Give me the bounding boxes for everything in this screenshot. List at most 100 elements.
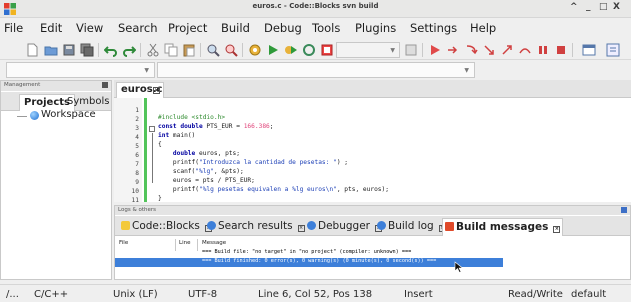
main-toolbar: ▼ — [0, 40, 631, 60]
menu-tools[interactable]: Tools — [312, 21, 340, 35]
next-instruction-icon[interactable] — [518, 43, 532, 57]
log-message: === Build finished: 0 error(s), 0 warnin… — [202, 258, 437, 264]
toolbar-separator — [200, 43, 201, 57]
menu-edit[interactable]: Edit — [40, 21, 62, 35]
code-line: 9 printf("%lg pesetas equivalen a %lg eu… — [114, 172, 389, 193]
code-line: 3 int main() — [114, 118, 195, 139]
menu-search[interactable]: Search — [118, 21, 158, 35]
menu-debug[interactable]: Debug — [264, 21, 302, 35]
tab-label: Search results — [218, 220, 293, 232]
code-text: double euros, pts; — [172, 150, 240, 157]
minimize-button[interactable]: _ — [586, 2, 591, 12]
step-out-icon[interactable] — [500, 43, 514, 57]
code-text: { — [158, 141, 162, 148]
undo-icon[interactable] — [104, 43, 118, 57]
log-row[interactable]: === Build file: "no target" in "no proje… — [115, 249, 503, 258]
log-row-selected[interactable]: === Build finished: 0 error(s), 0 warnin… — [115, 258, 503, 267]
tab-label: Debugger — [318, 220, 370, 232]
close-button[interactable]: X — [613, 2, 620, 12]
build-run-icon[interactable] — [284, 43, 298, 57]
menu-build[interactable]: Build — [221, 21, 250, 35]
menu-file[interactable]: File — [4, 21, 23, 35]
keyword-token: double — [172, 150, 196, 157]
code-text: const double PTS_EUR = 166.386; — [158, 123, 274, 130]
chevron-down-icon: ▼ — [390, 47, 395, 54]
status-mode: Insert — [404, 289, 433, 300]
menu-settings[interactable]: Settings — [410, 21, 457, 35]
build-icon[interactable] — [248, 43, 262, 57]
tab-debugger[interactable]: Debugger× — [305, 218, 384, 236]
editor-tab-euros[interactable]: euros.c × — [116, 82, 164, 98]
debug-windows-icon[interactable] — [582, 43, 596, 57]
break-icon[interactable] — [536, 43, 550, 57]
code-line: 10 } — [114, 181, 162, 202]
next-line-icon[interactable] — [464, 43, 478, 57]
tab-build-messages[interactable]: Build messages × — [442, 218, 564, 236]
code-editor[interactable]: 1 #include <stdio.h> 2 const double PTS_… — [114, 98, 631, 202]
code-line: 1 #include <stdio.h> — [114, 100, 225, 121]
close-icon[interactable]: × — [553, 226, 561, 233]
menu-project[interactable]: Project — [168, 21, 207, 35]
code-line: 8 euros = pts / PTS_EUR; — [114, 163, 255, 184]
maximize-button[interactable]: □ — [599, 2, 608, 12]
abort-icon[interactable] — [320, 43, 334, 57]
code-line: 6 printf("Introduzca la cantidad de pese… — [114, 145, 348, 166]
function-combo[interactable]: ▼ — [157, 62, 475, 78]
menu-bar: File Edit View Search Project Build Debu… — [0, 18, 631, 40]
debug-run-icon[interactable] — [428, 43, 442, 57]
shade-button[interactable]: ^ — [570, 2, 578, 12]
code-text: int main() — [158, 132, 196, 139]
new-file-icon[interactable] — [25, 43, 39, 57]
menu-view[interactable]: View — [76, 21, 103, 35]
close-icon[interactable]: × — [153, 87, 160, 94]
window-title: euros.c - Code::Blocks svn build — [252, 2, 379, 10]
stop-debug-icon[interactable] — [554, 43, 568, 57]
close-icon[interactable] — [621, 207, 627, 213]
fold-line — [152, 133, 153, 183]
step-into-icon[interactable] — [482, 43, 496, 57]
cut-icon[interactable] — [146, 43, 160, 57]
run-icon[interactable] — [266, 43, 280, 57]
tab-label: Build log — [388, 220, 434, 232]
string-token: "Introduzca la cantidad de pesetas: " — [198, 159, 337, 166]
tree-item-workspace[interactable]: Workspace — [41, 109, 96, 120]
replace-icon[interactable] — [224, 43, 238, 57]
save-icon[interactable] — [62, 43, 76, 57]
codeblocks-icon — [121, 221, 130, 230]
redo-icon[interactable] — [122, 43, 136, 57]
code-line: 7 scanf("%lg", &pts); — [114, 154, 243, 175]
info-icon[interactable] — [606, 43, 620, 57]
fold-toggle-icon[interactable] — [149, 126, 155, 132]
codeblocks-window: euros.c - Code::Blocks svn build ^ _ □ X… — [0, 0, 631, 302]
tab-build-log[interactable]: Build log× — [375, 218, 448, 236]
close-icon[interactable] — [102, 82, 108, 88]
open-icon[interactable] — [44, 43, 58, 57]
save-all-icon[interactable] — [80, 43, 94, 57]
tab-label: Build messages — [456, 221, 549, 233]
tab-codeblocks-log[interactable]: Code::Blocks× — [119, 218, 214, 236]
menu-plugins[interactable]: Plugins — [355, 21, 396, 35]
build-messages-icon — [445, 222, 454, 231]
tab-search-results[interactable]: Search results × — [205, 218, 307, 236]
code-text: } — [158, 195, 162, 202]
paste-icon[interactable] — [182, 43, 196, 57]
code-text: scanf("%lg", &pts); — [158, 168, 244, 175]
keyword-token: int — [158, 132, 170, 139]
code-text: euros = pts / PTS_EUR; — [158, 177, 255, 184]
debug-run-to-cursor-icon[interactable] — [446, 43, 460, 57]
code-completion-toolbar: ▼ ▼ — [0, 61, 631, 79]
status-path: /... — [6, 289, 19, 300]
build-log-icon — [377, 221, 386, 230]
status-bar: /... C/C++ Unix (LF) UTF-8 Line 6, Col 5… — [0, 284, 631, 302]
scope-combo[interactable]: ▼ — [6, 62, 155, 78]
find-icon[interactable] — [206, 43, 220, 57]
status-access: Read/Write — [508, 289, 563, 300]
copy-icon[interactable] — [164, 43, 178, 57]
tab-label: Code::Blocks — [132, 220, 200, 232]
menu-help[interactable]: Help — [470, 21, 496, 35]
build-target-combo[interactable]: ▼ — [336, 42, 400, 58]
editor-tabs: euros.c × — [114, 80, 631, 98]
rebuild-icon[interactable] — [302, 43, 316, 57]
target-options-icon[interactable] — [404, 43, 418, 57]
close-icon[interactable]: × — [297, 225, 305, 232]
